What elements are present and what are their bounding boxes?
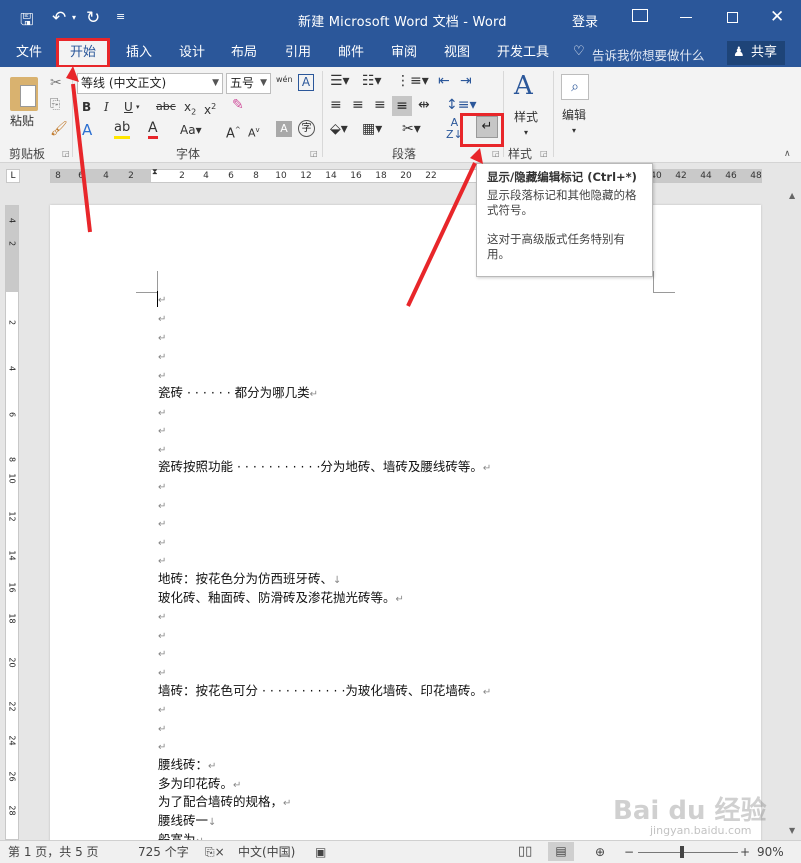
arrowhead-icon	[470, 148, 483, 164]
arrowhead-icon	[66, 66, 79, 82]
arrow-to-home-tab	[71, 83, 92, 233]
arrow-to-show-hide	[406, 162, 477, 307]
annotation-arrows	[66, 66, 483, 307]
